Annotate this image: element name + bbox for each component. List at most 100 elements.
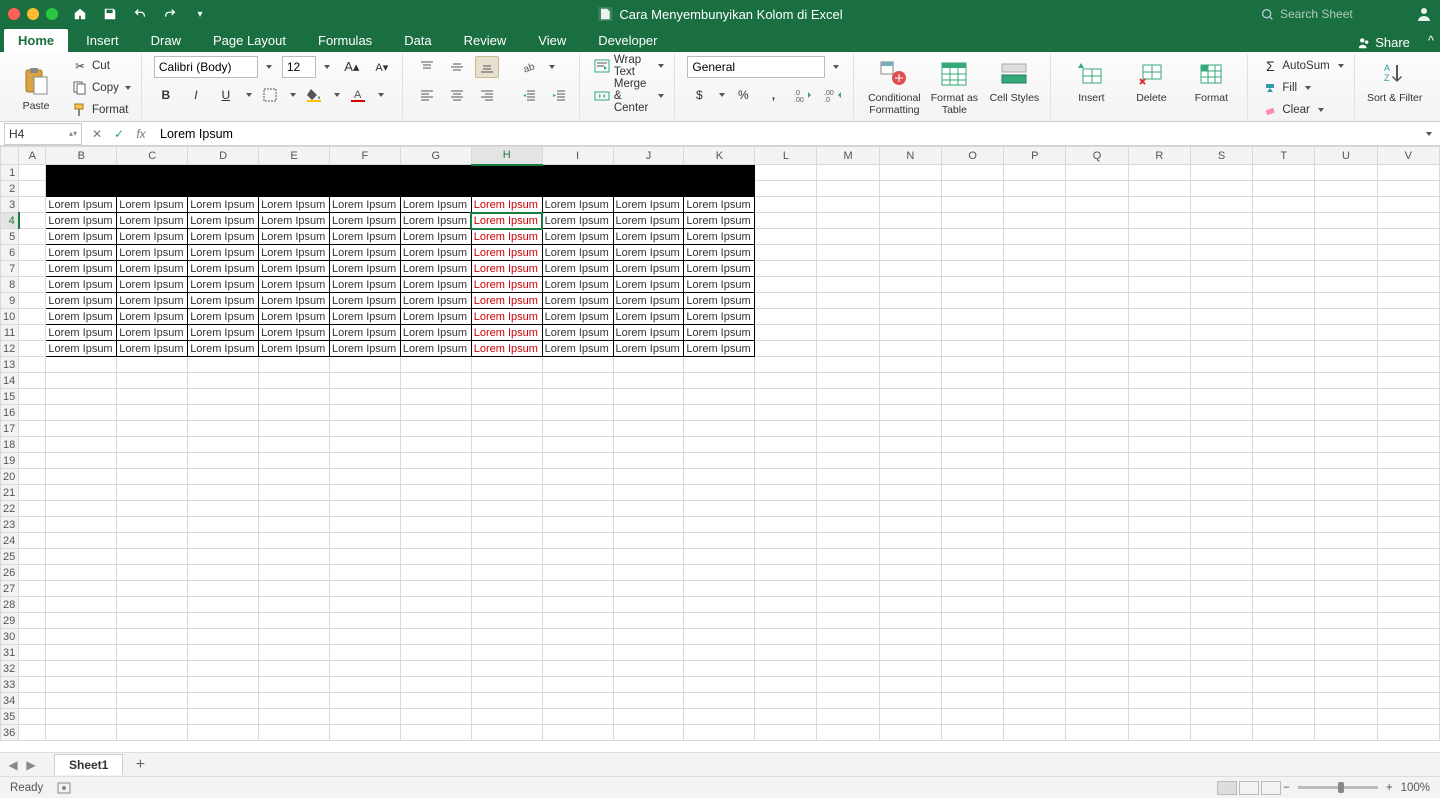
cell[interactable]: Lorem Ipsum — [329, 277, 400, 293]
cell[interactable] — [755, 341, 817, 357]
increase-font-icon[interactable]: A▴ — [340, 56, 364, 78]
row-header[interactable]: 20 — [1, 469, 19, 485]
cell[interactable] — [1066, 485, 1128, 501]
cell[interactable] — [46, 613, 117, 629]
cell[interactable] — [471, 373, 542, 389]
cell[interactable] — [19, 213, 46, 229]
cell[interactable] — [1190, 325, 1252, 341]
search-sheet[interactable] — [1261, 6, 1432, 22]
cell[interactable]: Lorem Ipsum — [329, 229, 400, 245]
cell[interactable] — [19, 341, 46, 357]
cell[interactable] — [1253, 565, 1315, 581]
cell[interactable]: Lorem Ipsum — [188, 261, 259, 277]
cell[interactable] — [613, 373, 684, 389]
cell[interactable] — [1128, 197, 1190, 213]
cell[interactable] — [1253, 165, 1315, 181]
cell[interactable] — [684, 725, 755, 741]
cell[interactable] — [755, 565, 817, 581]
cell[interactable] — [1066, 693, 1128, 709]
cell[interactable] — [542, 581, 613, 597]
cell[interactable] — [19, 373, 46, 389]
zoom-slider[interactable] — [1298, 786, 1378, 789]
cell[interactable] — [1315, 229, 1377, 245]
cell[interactable] — [1066, 581, 1128, 597]
cell[interactable] — [259, 693, 330, 709]
cell[interactable] — [1128, 597, 1190, 613]
cell[interactable]: Lorem Ipsum — [471, 277, 542, 293]
cell[interactable] — [188, 437, 259, 453]
cell[interactable] — [1253, 277, 1315, 293]
cell[interactable] — [1315, 629, 1377, 645]
cell[interactable] — [941, 213, 1003, 229]
cell[interactable] — [471, 517, 542, 533]
cell[interactable] — [1004, 373, 1066, 389]
cell[interactable] — [46, 645, 117, 661]
cell[interactable]: Lorem Ipsum — [188, 309, 259, 325]
cell[interactable]: Lorem Ipsum — [400, 341, 471, 357]
cell[interactable]: Lorem Ipsum — [400, 277, 471, 293]
cell[interactable] — [329, 485, 400, 501]
cell[interactable] — [1128, 517, 1190, 533]
spreadsheet-grid[interactable]: ABCDEFGHIJKLMNOPQRSTUV123Lorem IpsumLore… — [0, 146, 1440, 752]
cell[interactable] — [1190, 197, 1252, 213]
row-header[interactable]: 21 — [1, 485, 19, 501]
cell[interactable] — [117, 645, 188, 661]
cell[interactable] — [879, 661, 941, 677]
cell[interactable] — [1190, 693, 1252, 709]
cell[interactable] — [117, 389, 188, 405]
cell[interactable]: Lorem Ipsum — [542, 229, 613, 245]
cell[interactable] — [755, 725, 817, 741]
cell[interactable] — [1004, 517, 1066, 533]
cell[interactable]: Lorem Ipsum — [400, 293, 471, 309]
cell[interactable]: Lorem Ipsum — [329, 197, 400, 213]
cell[interactable] — [1190, 213, 1252, 229]
cell[interactable] — [941, 389, 1003, 405]
align-right-icon[interactable] — [475, 84, 499, 106]
cell[interactable]: Lorem Ipsum — [259, 245, 330, 261]
cell[interactable] — [1190, 581, 1252, 597]
cell[interactable] — [817, 213, 879, 229]
cell[interactable] — [879, 229, 941, 245]
cell[interactable] — [1253, 229, 1315, 245]
cell[interactable] — [19, 501, 46, 517]
cell[interactable] — [1190, 613, 1252, 629]
cell[interactable] — [1190, 261, 1252, 277]
cell[interactable]: Lorem Ipsum — [613, 245, 684, 261]
cell[interactable] — [941, 533, 1003, 549]
tab-insert[interactable]: Insert — [72, 29, 133, 52]
cell[interactable] — [188, 517, 259, 533]
cell[interactable] — [1253, 341, 1315, 357]
cell[interactable] — [259, 389, 330, 405]
cell[interactable] — [1004, 725, 1066, 741]
cell[interactable] — [19, 261, 46, 277]
cell[interactable]: Lorem Ipsum — [46, 229, 117, 245]
cell[interactable] — [1315, 613, 1377, 629]
cell[interactable] — [117, 709, 188, 725]
tab-data[interactable]: Data — [390, 29, 445, 52]
cell[interactable] — [613, 517, 684, 533]
cell[interactable] — [1315, 325, 1377, 341]
cell[interactable] — [1377, 309, 1439, 325]
cell[interactable] — [879, 357, 941, 373]
cell[interactable] — [1377, 181, 1439, 197]
cell[interactable] — [1315, 661, 1377, 677]
cell[interactable]: Lorem Ipsum — [684, 229, 755, 245]
cell[interactable] — [542, 453, 613, 469]
col-header[interactable]: H — [471, 147, 542, 165]
cell[interactable] — [1190, 677, 1252, 693]
cell[interactable] — [755, 389, 817, 405]
currency-icon[interactable]: $ — [687, 84, 711, 106]
cell[interactable] — [941, 405, 1003, 421]
cell[interactable] — [1253, 245, 1315, 261]
cell[interactable] — [941, 293, 1003, 309]
collapse-ribbon-icon[interactable]: ^ — [1422, 29, 1440, 52]
cell[interactable] — [1377, 229, 1439, 245]
undo-icon[interactable] — [132, 6, 148, 22]
row-header[interactable]: 3 — [1, 197, 19, 213]
cell[interactable] — [613, 661, 684, 677]
cell[interactable]: Lorem Ipsum — [117, 213, 188, 229]
cell[interactable] — [755, 549, 817, 565]
cell[interactable] — [1128, 405, 1190, 421]
cell[interactable] — [613, 645, 684, 661]
cell[interactable] — [188, 645, 259, 661]
